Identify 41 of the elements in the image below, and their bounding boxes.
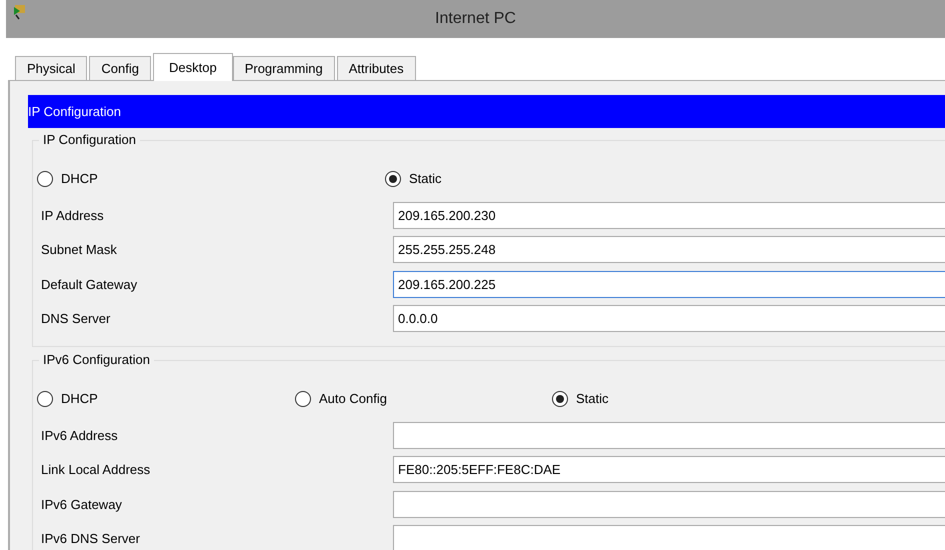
input-field[interactable]: 209.165.200.230 xyxy=(393,202,945,229)
radio-label: DHCP xyxy=(61,170,98,188)
tab[interactable]: Attributes xyxy=(336,56,416,80)
input-field[interactable] xyxy=(393,525,945,550)
tab[interactable]: Desktop xyxy=(153,53,233,81)
tab[interactable]: Physical xyxy=(15,56,88,80)
radio-option[interactable]: Static xyxy=(385,169,442,188)
input-field[interactable] xyxy=(393,422,945,449)
group-title: IPv6 Configuration xyxy=(39,352,154,368)
radio-button[interactable] xyxy=(295,390,311,407)
field-label: IPv6 Gateway xyxy=(41,496,123,514)
input-field[interactable]: 0.0.0.0 xyxy=(393,305,945,332)
radio-button[interactable] xyxy=(552,390,568,407)
field-label: IPv6 DNS Server xyxy=(41,530,141,548)
input-field[interactable]: 255.255.255.248 xyxy=(393,236,945,264)
tab[interactable]: Programming xyxy=(232,56,335,80)
radio-button[interactable] xyxy=(385,170,401,187)
radio-option[interactable]: DHCP xyxy=(37,169,98,188)
window-title: Internet PC xyxy=(435,9,516,29)
radio-label: Auto Config xyxy=(319,390,387,408)
field-label: IPv6 Address xyxy=(41,426,119,444)
field-label: Default Gateway xyxy=(41,276,138,294)
input-field[interactable] xyxy=(393,490,945,518)
radio-button[interactable] xyxy=(37,390,53,407)
radio-button[interactable] xyxy=(37,170,53,187)
radio-option[interactable]: Auto Config xyxy=(295,389,387,408)
radio-label: Static xyxy=(409,170,442,188)
radio-label: Static xyxy=(576,390,609,408)
input-field[interactable]: 209.165.200.225 xyxy=(393,270,945,298)
section-header: IP Configuration xyxy=(28,95,945,128)
radio-option[interactable]: DHCP xyxy=(37,389,98,408)
radio-label: DHCP xyxy=(61,390,98,408)
field-label: IP Address xyxy=(41,206,105,224)
group-title: IP Configuration xyxy=(39,132,140,148)
field-label: Link Local Address xyxy=(41,461,152,479)
input-field[interactable]: FE80::205:5EFF:FE8C:DAE xyxy=(393,456,945,484)
radio-option[interactable]: Static xyxy=(552,389,609,408)
tab[interactable]: Config xyxy=(89,56,151,80)
field-label: Subnet Mask xyxy=(41,241,118,259)
field-label: DNS Server xyxy=(41,310,112,328)
app-icon xyxy=(12,4,28,20)
